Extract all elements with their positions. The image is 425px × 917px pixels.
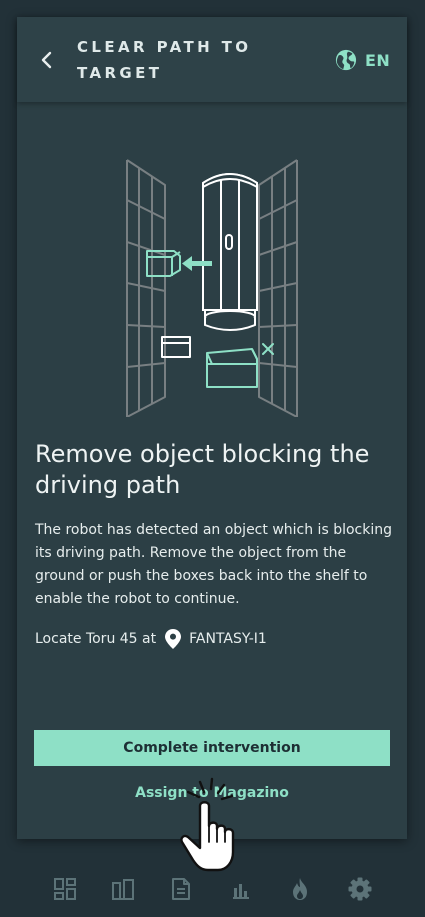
instruction-description: The robot has detected an object which i… (35, 522, 392, 607)
complete-intervention-button[interactable]: Complete intervention (34, 730, 390, 766)
bottom-tab-bar (0, 856, 425, 917)
tab-documents[interactable] (168, 876, 194, 902)
instruction-heading: Remove object blocking the driving path (35, 440, 370, 499)
tab-shelves[interactable] (110, 876, 136, 902)
language-code: EN (365, 50, 391, 70)
dashboard-icon (54, 878, 76, 900)
page-title: CLEAR PATH TO TARGET (77, 38, 252, 82)
tab-statistics[interactable] (228, 876, 254, 902)
bar-chart-icon (233, 884, 249, 899)
intervention-card: CLEAR PATH TO TARGET EN Remove object bl… (17, 17, 407, 839)
location-code: FANTASY-I1 (189, 631, 267, 647)
map-pin-icon (165, 629, 182, 649)
tab-incidents[interactable] (287, 876, 313, 902)
back-button[interactable] (37, 47, 59, 73)
header: CLEAR PATH TO TARGET EN (17, 17, 407, 102)
document-icon (172, 878, 190, 900)
language-selector[interactable]: EN (335, 48, 390, 72)
locate-label: Locate Toru 45 at (35, 631, 157, 647)
robot-location: Locate Toru 45 at FANTASY-I1 (35, 627, 267, 651)
chevron-left-icon (41, 51, 52, 69)
tab-dashboard[interactable] (52, 876, 78, 902)
flame-icon (293, 878, 307, 900)
tab-settings[interactable] (347, 876, 373, 902)
assign-to-magazino-button[interactable]: Assign to Magazino (17, 785, 407, 801)
gear-icon (348, 877, 372, 901)
shelves-icon (112, 879, 134, 900)
globe-icon (335, 49, 357, 71)
blocked-path-illustration (126, 159, 298, 417)
